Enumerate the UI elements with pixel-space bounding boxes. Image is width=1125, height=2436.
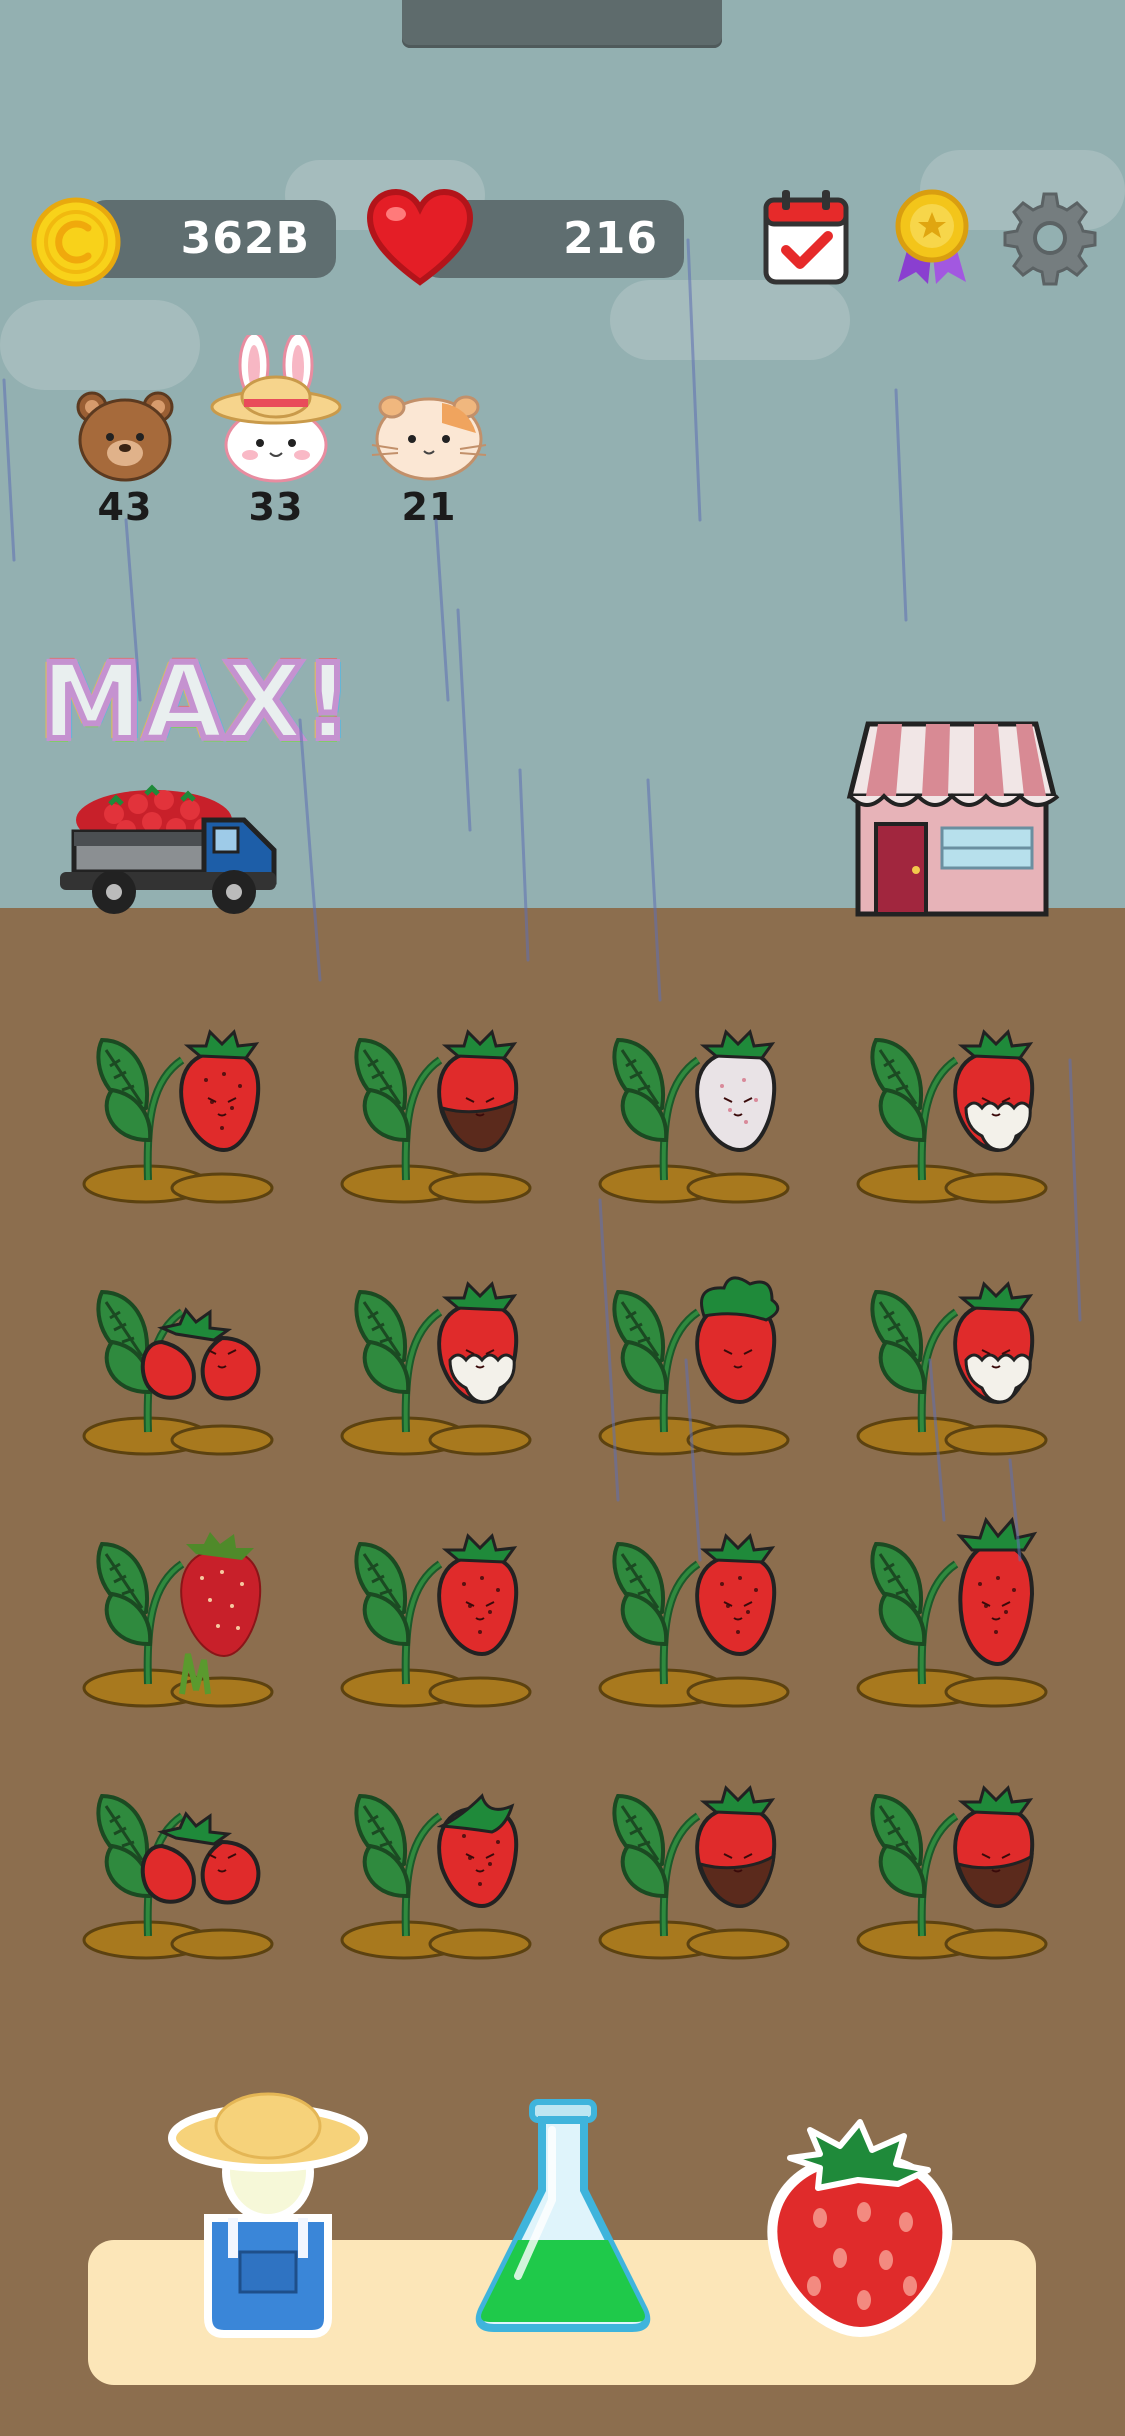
strawberry-plot[interactable] <box>330 1242 550 1462</box>
strawberry-plot[interactable] <box>846 1242 1066 1462</box>
bear-count: 43 <box>97 485 153 529</box>
bunny-icon <box>210 331 342 483</box>
bear-icon <box>76 391 174 482</box>
strawberry-plot[interactable] <box>588 1746 808 1966</box>
strawberry-plot[interactable] <box>330 1494 550 1714</box>
strawberry-plot[interactable] <box>846 1746 1066 1966</box>
heart-icon <box>366 188 474 286</box>
strawberry-plot[interactable] <box>846 990 1066 1210</box>
strawberry-plot[interactable] <box>72 990 292 1210</box>
cloud <box>0 300 200 390</box>
strawberry-plot[interactable] <box>588 1494 808 1714</box>
bunny-helper[interactable]: 33 <box>206 331 346 535</box>
farmer-icon <box>168 2092 368 2338</box>
coin-icon <box>31 197 121 287</box>
max-label: MAX! <box>37 641 355 763</box>
strawberry-plot[interactable] <box>72 1494 292 1714</box>
bear-helper[interactable]: 43 <box>70 385 180 535</box>
flask-button[interactable] <box>468 2090 658 2340</box>
strawberry-plot[interactable] <box>846 1494 1066 1714</box>
strawberry-button[interactable] <box>760 2118 960 2338</box>
strawberry-plot[interactable] <box>330 990 550 1210</box>
shop-building[interactable] <box>838 718 1066 920</box>
hamster-helper[interactable]: 21 <box>362 385 496 535</box>
gear-icon[interactable] <box>1002 190 1098 286</box>
calendar-check-icon[interactable] <box>758 186 854 290</box>
medal-icon[interactable] <box>888 186 976 286</box>
strawberry-plot[interactable] <box>72 1242 292 1462</box>
farmer-button[interactable] <box>168 2068 368 2338</box>
strawberry-plot[interactable] <box>588 990 808 1210</box>
strawberry-plot[interactable] <box>330 1746 550 1966</box>
bunny-count: 33 <box>248 485 304 529</box>
cloud <box>610 280 850 360</box>
delivery-truck[interactable] <box>54 770 294 920</box>
strawberry-icon <box>767 2119 953 2338</box>
flask-icon <box>475 2099 651 2332</box>
hamster-count: 21 <box>401 485 457 529</box>
strawberry-plot[interactable] <box>72 1746 292 1966</box>
hamster-icon <box>371 395 487 481</box>
strawberry-plot[interactable] <box>588 1242 808 1462</box>
status-notch <box>402 0 722 48</box>
